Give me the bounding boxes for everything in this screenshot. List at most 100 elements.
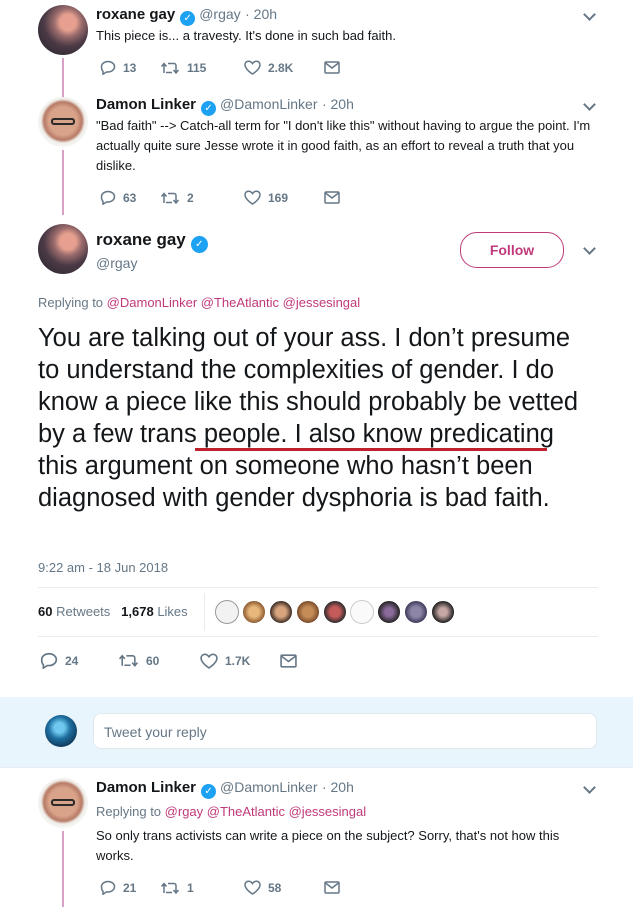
retweet-button[interactable]: 60 [118, 653, 200, 668]
retweet-count: 2 [187, 190, 194, 205]
tweet-header: roxane gay ✓ @rgay · 20h [96, 6, 277, 26]
avatar[interactable] [404, 600, 428, 624]
message-button[interactable] [324, 61, 347, 74]
retweet-count: 60 [146, 653, 160, 668]
tweet-text: You are talking out of your ass. I don’t… [38, 324, 579, 512]
avatar[interactable] [38, 97, 88, 147]
replying-to: Replying to @rgay @TheAtlantic @jessesin… [96, 804, 366, 819]
verified-icon: ✓ [201, 101, 217, 116]
retweet-icon [160, 191, 180, 204]
author-handle[interactable]: @DamonLinker [220, 779, 317, 795]
reply-button[interactable]: 24 [40, 652, 118, 669]
like-button[interactable]: 2.8K [244, 60, 324, 75]
retweet-icon [118, 654, 139, 667]
tweet-actions: 21 1 58 [100, 880, 347, 895]
chevron-down-icon[interactable] [583, 98, 596, 111]
reply-button[interactable]: 63 [100, 190, 160, 205]
tweet-stats: 60 Retweets 1,678 Likes [38, 604, 188, 619]
reply-input[interactable]: Tweet your reply [93, 713, 597, 749]
follow-button[interactable]: Follow [460, 232, 564, 268]
retweet-button[interactable]: 1 [160, 881, 244, 895]
author-name[interactable]: roxane gay ✓ [96, 230, 212, 253]
message-button[interactable] [324, 881, 347, 894]
retweet-button[interactable]: 115 [160, 61, 244, 75]
like-count: 1.7K [225, 653, 251, 668]
like-button[interactable]: 1.7K [200, 653, 280, 669]
author-name[interactable]: Damon Linker [96, 96, 196, 113]
tweet-time[interactable]: · 20h [322, 779, 354, 795]
reply-icon [100, 60, 116, 75]
message-icon [324, 191, 340, 204]
retweet-button[interactable]: 2 [160, 191, 244, 205]
reply-count: 63 [123, 190, 137, 205]
divider [38, 587, 598, 588]
like-count: 169 [268, 190, 289, 205]
likes-label[interactable]: Likes [157, 604, 187, 619]
author-name[interactable]: roxane gay [96, 6, 175, 23]
tweet-header: Damon Linker ✓ @DamonLinker · 20h [96, 779, 354, 799]
retweet-count: 1 [187, 880, 194, 895]
verified-icon: ✓ [190, 236, 208, 253]
avatar[interactable] [431, 600, 455, 624]
chevron-down-icon[interactable] [583, 781, 596, 794]
avatar[interactable] [38, 778, 88, 828]
like-icon [244, 880, 261, 895]
replying-to-mentions[interactable]: @rgay @TheAtlantic @jessesingal [165, 804, 366, 819]
avatar[interactable] [323, 600, 347, 624]
like-count: 58 [268, 880, 282, 895]
reply-button[interactable]: 13 [100, 60, 160, 75]
tweet-time[interactable]: · 20h [322, 96, 354, 112]
author-name[interactable]: Damon Linker [96, 779, 196, 796]
chevron-down-icon[interactable] [583, 8, 596, 21]
tweet-actions: 24 60 1.7K [40, 652, 304, 669]
author-handle[interactable]: @rgay [199, 6, 240, 22]
like-icon [200, 653, 218, 669]
retweet-icon [160, 881, 180, 894]
avatar[interactable] [296, 600, 320, 624]
reply-count: 24 [65, 653, 79, 668]
divider [38, 636, 598, 637]
avatar[interactable] [38, 5, 88, 55]
avatar[interactable] [377, 600, 401, 624]
reply-icon [40, 652, 58, 669]
reply-count: 21 [123, 880, 137, 895]
verified-icon: ✓ [201, 784, 217, 799]
like-icon [244, 190, 261, 205]
retweets-label[interactable]: Retweets [56, 604, 110, 619]
reply-icon [100, 880, 116, 895]
author-name-text: roxane gay [96, 230, 186, 249]
chevron-down-icon[interactable] [583, 242, 596, 255]
message-icon [280, 653, 297, 668]
replying-to-prefix: Replying to [38, 295, 104, 310]
tweet-text: "Bad faith" --> Catch-all term for "I do… [96, 118, 591, 173]
avatar[interactable] [350, 600, 374, 624]
replying-to-mentions[interactable]: @DamonLinker @TheAtlantic @jessesingal [107, 295, 360, 310]
tweet-text: So only trans activists can write a piec… [96, 828, 560, 863]
tweet-actions: 13 115 2.8K [100, 60, 347, 75]
divider [204, 593, 205, 631]
author-handle[interactable]: @DamonLinker [220, 96, 317, 112]
retweet-count: 115 [187, 60, 207, 75]
reply-button[interactable]: 21 [100, 880, 160, 895]
avatar [45, 715, 77, 747]
tweet-timestamp[interactable]: 9:22 am - 18 Jun 2018 [38, 560, 168, 575]
likes-count[interactable]: 1,678 [121, 604, 154, 619]
thread-line [62, 831, 64, 907]
tweet-time[interactable]: · 20h [245, 6, 277, 22]
replying-to: Replying to @DamonLinker @TheAtlantic @j… [38, 295, 360, 310]
liker-avatars [215, 600, 458, 624]
retweet-icon [160, 61, 180, 74]
tweet-text: This piece is... a travesty. It's done i… [96, 28, 396, 43]
tweet-actions: 63 2 169 [100, 190, 347, 205]
message-icon [324, 61, 340, 74]
retweets-count[interactable]: 60 [38, 604, 52, 619]
avatar[interactable] [38, 224, 88, 274]
message-button[interactable] [280, 653, 304, 668]
avatar[interactable] [242, 600, 266, 624]
author-handle[interactable]: @rgay [96, 255, 137, 271]
avatar[interactable] [215, 600, 239, 624]
like-button[interactable]: 169 [244, 190, 324, 205]
avatar[interactable] [269, 600, 293, 624]
like-button[interactable]: 58 [244, 880, 324, 895]
message-button[interactable] [324, 191, 347, 204]
